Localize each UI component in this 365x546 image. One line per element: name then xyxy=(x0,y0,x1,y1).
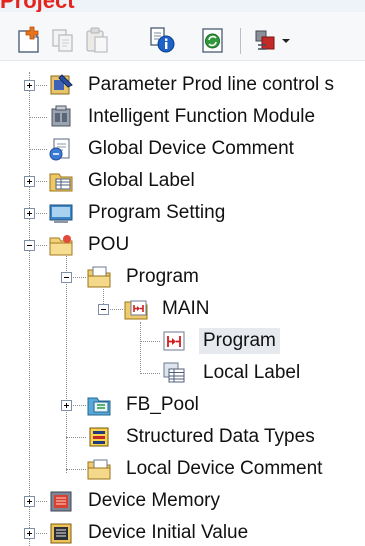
structured-data-types-icon xyxy=(86,424,112,450)
tree-guide-line xyxy=(29,117,47,118)
tree-item-fb-pool[interactable]: FB_Pool xyxy=(126,392,199,418)
tree-item-parameter[interactable]: Parameter Prod line control s xyxy=(88,72,334,98)
tree-item-program-folder[interactable]: Program xyxy=(126,264,199,290)
ladder-program-icon xyxy=(161,328,187,354)
tree-item-main-program[interactable]: Program xyxy=(199,328,280,354)
toolbar-separator xyxy=(240,28,241,54)
program-setting-icon xyxy=(48,200,74,226)
device-initial-value-icon xyxy=(48,520,74,546)
fb-pool-icon xyxy=(86,392,112,418)
tree-guide-line xyxy=(66,469,86,470)
global-label-icon xyxy=(48,168,74,194)
paste-icon xyxy=(86,27,108,53)
panel-header: Project xyxy=(0,0,365,12)
tree-item-intelligent-function-module[interactable]: Intelligent Function Module xyxy=(88,104,315,130)
new-data-icon xyxy=(18,26,39,53)
new-data-button[interactable] xyxy=(14,25,44,55)
collapse-toggle[interactable] xyxy=(24,240,35,251)
device-comment-icon xyxy=(48,136,74,162)
tree-item-main[interactable]: MAIN xyxy=(162,296,210,322)
expand-toggle[interactable] xyxy=(24,176,35,187)
device-memory-icon xyxy=(48,488,74,514)
tree-item-program-setting[interactable]: Program Setting xyxy=(88,200,225,226)
copy-button[interactable] xyxy=(48,25,78,55)
tree-guide-line xyxy=(29,149,47,150)
tree-item-pou[interactable]: POU xyxy=(88,232,129,258)
expand-toggle[interactable] xyxy=(24,208,35,219)
tree-item-global-device-comment[interactable]: Global Device Comment xyxy=(88,136,294,162)
panel-title: Project xyxy=(0,0,75,12)
project-toolbar xyxy=(0,12,365,61)
display-options-icon xyxy=(255,30,290,50)
tree-guide-line xyxy=(66,437,86,438)
tree-guide-line xyxy=(29,72,30,546)
tree-item-global-label[interactable]: Global Label xyxy=(88,168,195,194)
parameter-icon xyxy=(48,72,74,98)
tree-guide-line xyxy=(140,341,160,342)
pou-folder-icon xyxy=(48,232,74,258)
local-label-icon xyxy=(161,360,187,386)
tree-item-local-device-comment[interactable]: Local Device Comment xyxy=(126,456,322,482)
main-program-block-icon xyxy=(123,296,149,322)
expand-toggle[interactable] xyxy=(24,496,35,507)
collapse-toggle[interactable] xyxy=(61,272,72,283)
expand-toggle[interactable] xyxy=(24,80,35,91)
refresh-button[interactable] xyxy=(198,25,228,55)
tree-guide-line xyxy=(66,256,67,473)
refresh-icon xyxy=(202,28,223,53)
tree-item-structured-data-types[interactable]: Structured Data Types xyxy=(126,424,315,450)
copy-icon xyxy=(52,29,73,52)
tree-item-device-memory[interactable]: Device Memory xyxy=(88,488,220,514)
display-options-button[interactable] xyxy=(252,25,296,55)
tree-item-local-label[interactable]: Local Label xyxy=(203,360,300,386)
module-icon xyxy=(48,104,74,130)
program-folder-icon xyxy=(86,264,112,290)
properties-icon xyxy=(150,27,175,53)
expand-toggle[interactable] xyxy=(24,528,35,539)
local-device-comment-icon xyxy=(86,456,112,482)
properties-button[interactable] xyxy=(147,25,177,55)
expand-toggle[interactable] xyxy=(61,400,72,411)
paste-button[interactable] xyxy=(82,25,112,55)
collapse-toggle[interactable] xyxy=(98,304,109,315)
tree-item-device-initial-value[interactable]: Device Initial Value xyxy=(88,520,248,546)
tree-guide-line xyxy=(140,373,160,374)
tree-guide-line xyxy=(140,322,141,374)
project-tree: Parameter Prod line control s Intelligen… xyxy=(0,60,365,546)
